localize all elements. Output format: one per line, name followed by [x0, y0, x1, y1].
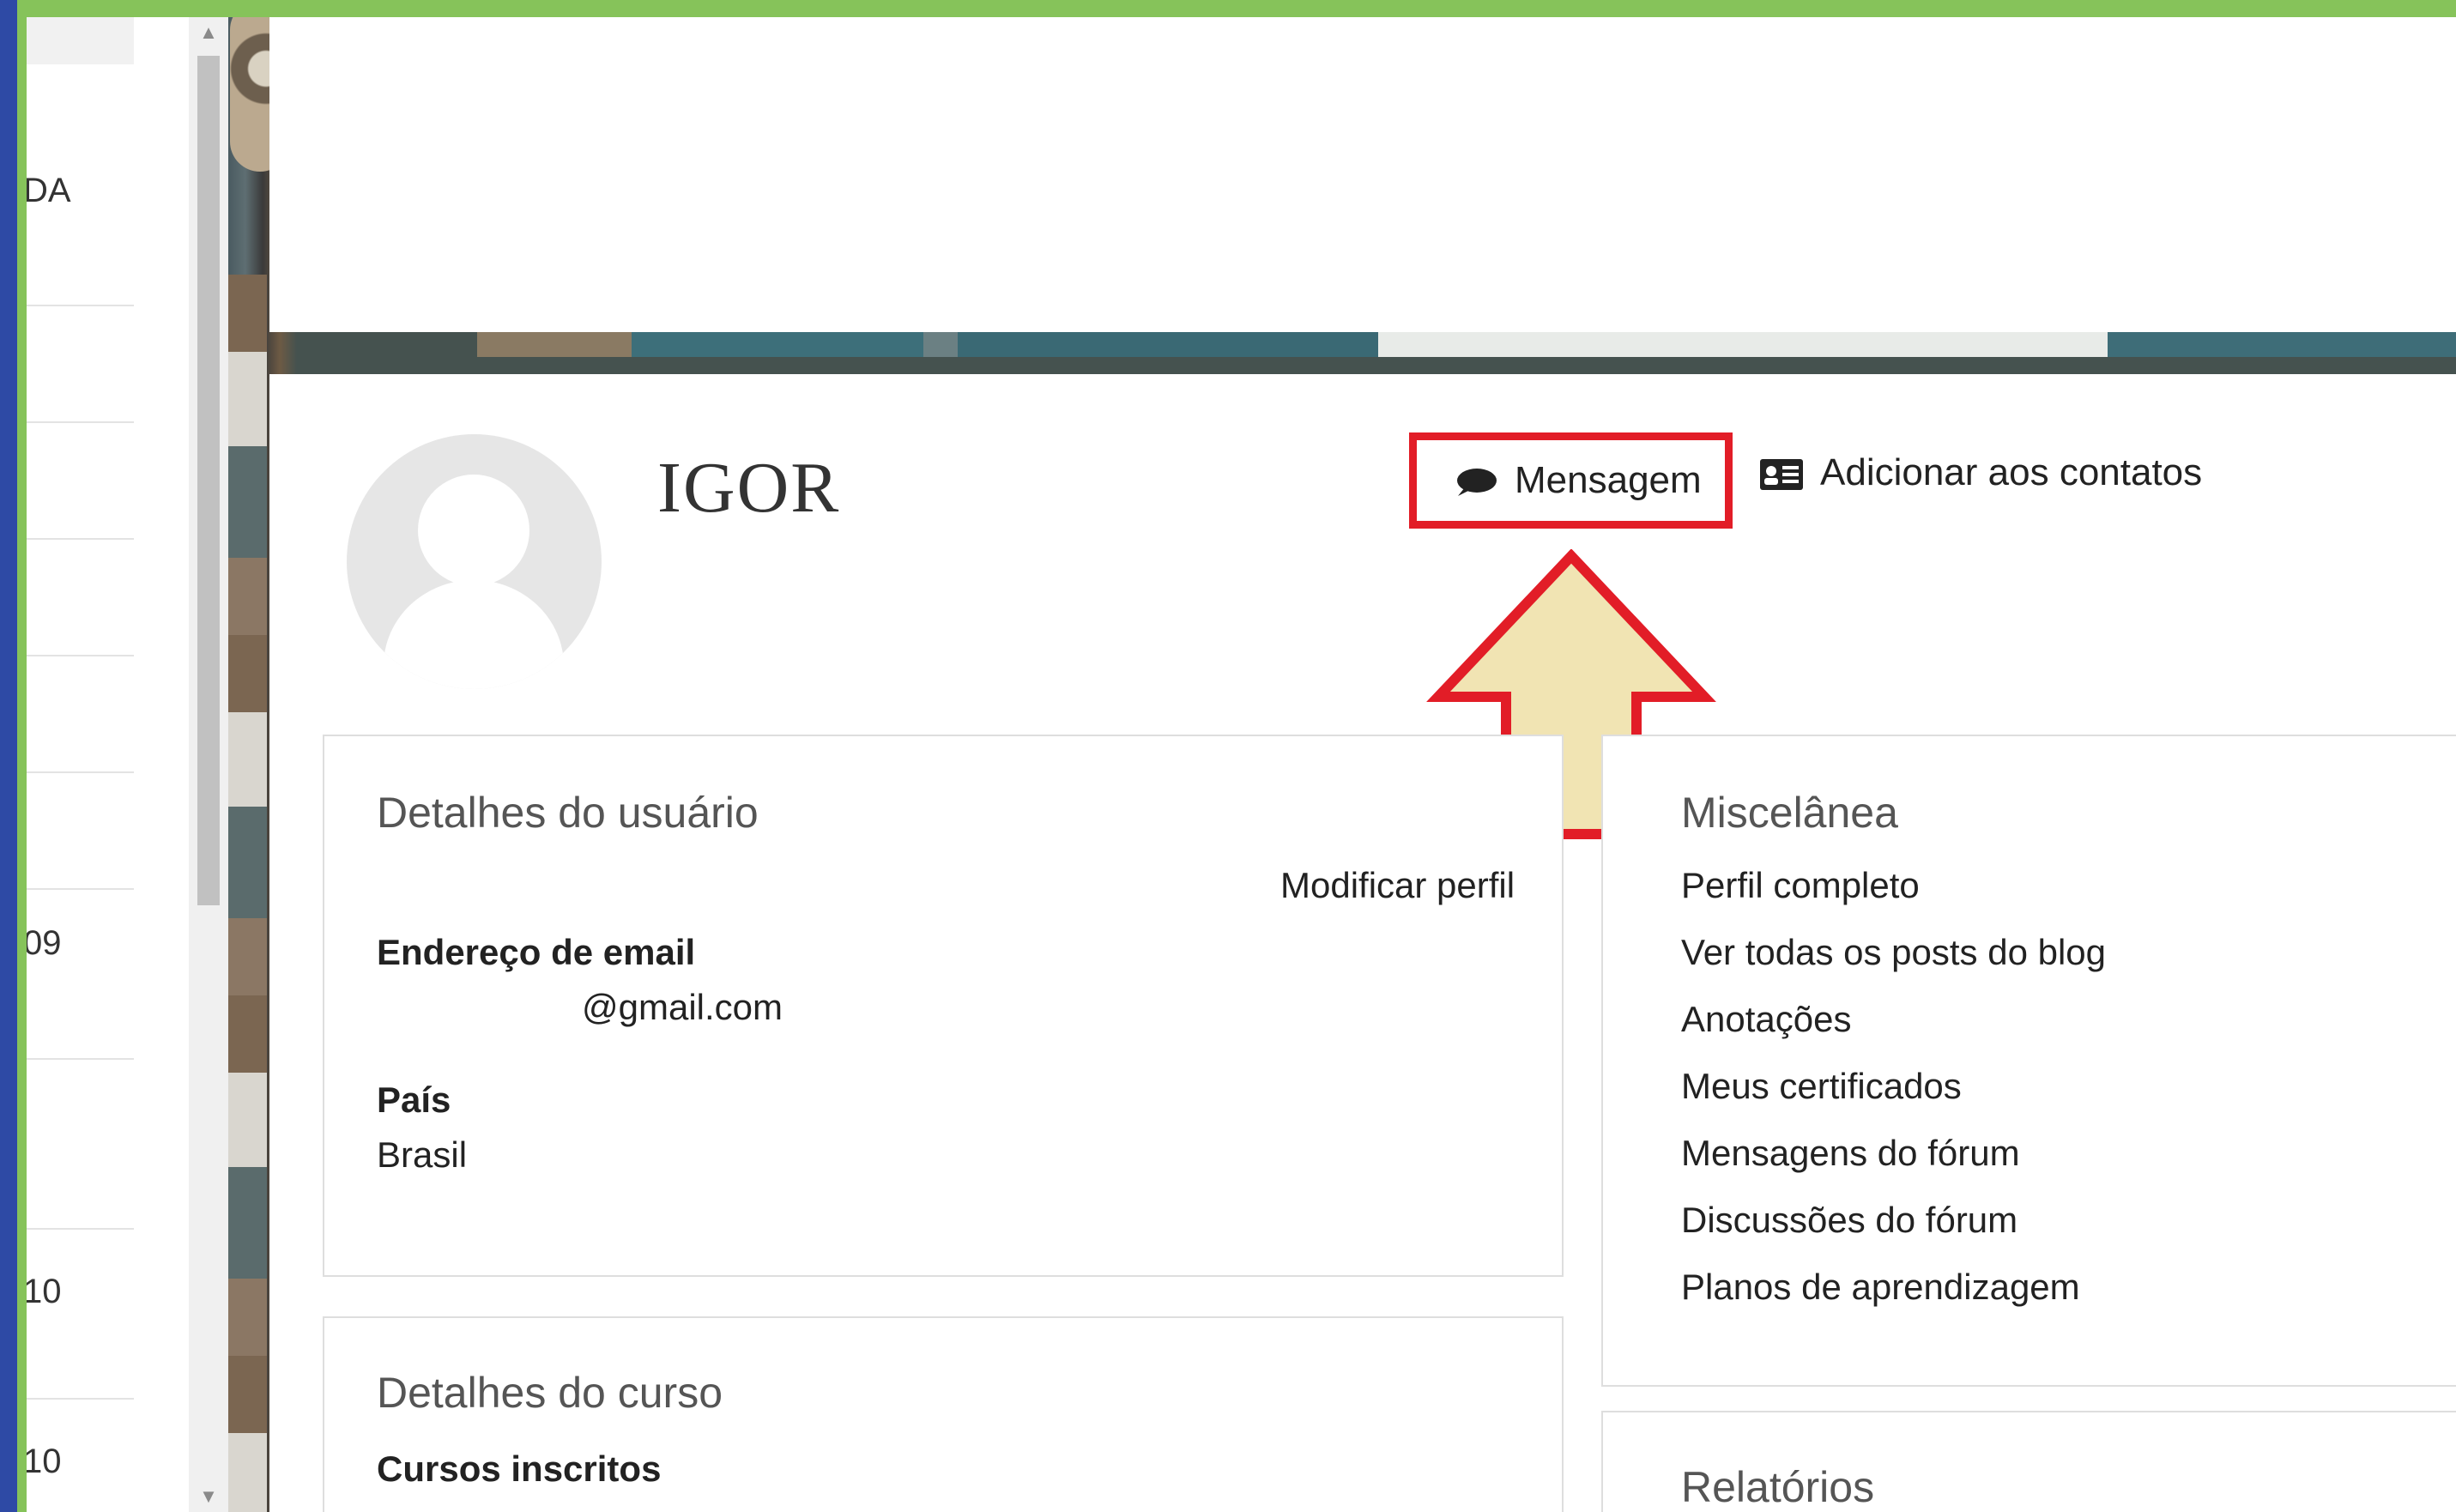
country-label: País [377, 1080, 451, 1120]
user-details-panel: Detalhes do usuário Modificar perfil End… [323, 735, 1564, 1277]
sidebar-item[interactable]: 10 [27, 1230, 134, 1400]
left-sidebar: DA 09 10 10 [27, 17, 134, 1512]
sidebar-item[interactable] [27, 423, 134, 540]
sidebar-item[interactable] [27, 773, 134, 890]
email-value: @gmail.com [582, 987, 783, 1027]
notes-link[interactable]: Anotações [1681, 999, 1851, 1040]
background-decoration [228, 275, 267, 1512]
edit-profile-link[interactable]: Modificar perfil [1280, 865, 1515, 906]
course-details-panel: Detalhes do curso Cursos inscritos [323, 1316, 1564, 1512]
sidebar-item[interactable]: 10 [27, 1400, 134, 1512]
sidebar-item[interactable] [27, 1060, 134, 1230]
vertical-scrollbar[interactable]: ▲ ▼ [189, 17, 228, 1512]
sidebar-item[interactable]: 09 [27, 890, 134, 1060]
blog-posts-link[interactable]: Ver todas os posts do blog [1681, 932, 2106, 973]
sidebar-item[interactable] [27, 540, 134, 656]
full-profile-link[interactable]: Perfil completo [1681, 865, 1920, 906]
forum-discussions-link[interactable]: Discussões do fórum [1681, 1200, 2017, 1241]
add-contacts-label: Adicionar aos contatos [1820, 451, 2203, 493]
reports-panel: Relatórios [1601, 1411, 2456, 1512]
sidebar-item[interactable]: DA [27, 64, 134, 306]
reports-title: Relatórios [1681, 1463, 1875, 1511]
learning-plans-link[interactable]: Planos de aprendizagem [1681, 1267, 2080, 1308]
contact-card-icon [1760, 459, 1803, 490]
page-header [269, 17, 2456, 332]
scroll-up-icon[interactable]: ▲ [197, 22, 220, 43]
country-value: Brasil [377, 1134, 468, 1175]
message-button-label: Mensagem [1515, 459, 1702, 501]
sidebar-item[interactable] [27, 656, 134, 773]
misc-panel: Miscelânea Perfil completo Ver todas os … [1601, 735, 2456, 1387]
avatar [347, 434, 602, 689]
user-details-title: Detalhes do usuário [377, 789, 759, 837]
email-label: Endereço de email [377, 932, 696, 972]
scroll-down-icon[interactable]: ▼ [197, 1486, 220, 1507]
enrolled-courses-label: Cursos inscritos [377, 1448, 662, 1489]
message-button[interactable]: Mensagem [1409, 432, 1733, 529]
user-fullname: IGOR [657, 448, 841, 528]
browser-viewport: DA 09 10 10 ▲ ▼ IGOR Mensagem Adicionar … [27, 17, 2456, 1512]
forum-posts-link[interactable]: Mensagens do fórum [1681, 1133, 2020, 1174]
scrollbar-thumb[interactable] [197, 56, 220, 905]
certificates-link[interactable]: Meus certificados [1681, 1066, 1962, 1107]
misc-title: Miscelânea [1681, 789, 1898, 837]
course-details-title: Detalhes do curso [377, 1369, 723, 1417]
sidebar-item[interactable] [27, 306, 134, 423]
speech-bubble-icon [1457, 469, 1497, 496]
